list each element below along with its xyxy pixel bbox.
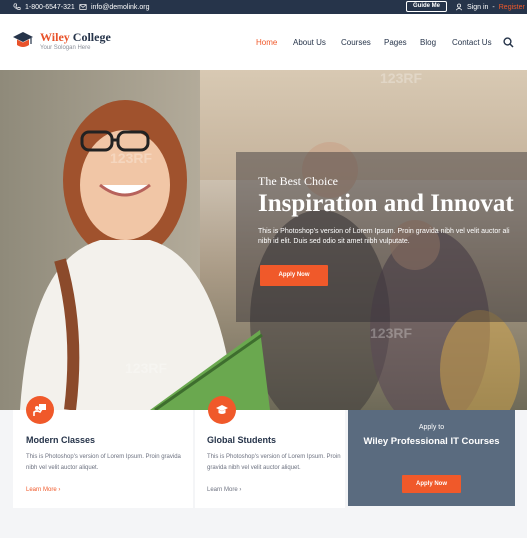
search-icon[interactable] [503,37,514,48]
email-address: info@demolink.org [91,3,150,11]
card-icon-badge [26,396,54,424]
hero-title: Inspiration and Innovat [258,190,514,217]
site-header: Wiley College Your Sologan Here Home Abo… [0,14,527,70]
apply-panel: Apply to Wiley Professional IT Courses A… [348,410,515,506]
card-title: Modern Classes [26,435,96,445]
nav-item-courses[interactable]: Courses [341,38,371,47]
nav-item-pages[interactable]: Pages [384,38,407,47]
learn-more-link[interactable]: Learn More › [207,487,241,493]
hero-content: The Best Choice Inspiration and Innovat … [0,70,527,410]
register-link[interactable]: Register [499,4,525,11]
top-bar: 1-800-6547-321 info@demolink.org Guide M… [0,0,527,14]
card-description: This is Photoshop's version of Lorem Ips… [26,454,181,471]
nav-item-blog[interactable]: Blog [420,38,436,47]
card-icon-badge [208,396,236,424]
nav-item-about[interactable]: About Us [293,38,326,47]
user-icon [455,3,463,11]
brand-slogan: Your Sologan Here [40,45,91,51]
graduation-cap-icon [216,405,228,414]
phone-number: 1-800-6547-321 [25,3,75,11]
mail-icon [79,4,87,10]
email-contact[interactable]: info@demolink.org [79,3,149,11]
apply-to-label: Apply to [418,424,445,431]
card-description: This is Photoshop's version of Lorem Ips… [207,454,341,471]
feature-card: Global Students This is Photoshop's vers… [195,396,345,508]
nav-item-home[interactable]: Home [256,38,277,47]
chevron-right-icon: › [239,487,242,493]
sign-in-area: Sign in - Register [455,3,525,11]
phone-contact[interactable]: 1-800-6547-321 [13,3,75,11]
nav-item-contact[interactable]: Contact Us [452,38,492,47]
hero-subtitle: The Best Choice [258,174,338,188]
auth-separator: - [492,3,495,11]
brand-name-part1: Wiley [40,30,70,44]
guide-me-button[interactable]: Guide Me [406,1,447,12]
learn-more-link[interactable]: Learn More › [26,487,60,493]
phone-icon [13,3,21,10]
hero-apply-button[interactable]: Apply Now [260,265,328,286]
learn-more-label: Learn More [26,487,57,493]
sign-in-link[interactable]: Sign in [467,4,488,11]
hero-description: This is Photoshop's version of Lorem Ips… [258,228,510,245]
site-logo[interactable]: Wiley College Your Sologan Here [12,31,111,51]
chevron-right-icon: › [58,487,61,493]
learn-more-label: Learn More [207,487,238,493]
teacher-icon [33,404,46,416]
card-title: Global Students [207,435,277,445]
apply-now-button[interactable]: Apply Now [402,475,461,493]
brand-name-part2: College [72,30,111,44]
apply-program-title: Wiley Professional IT Courses [363,436,500,447]
feature-card: Modern Classes This is Photoshop's versi… [13,396,193,508]
graduation-cap-logo-icon [13,32,33,47]
